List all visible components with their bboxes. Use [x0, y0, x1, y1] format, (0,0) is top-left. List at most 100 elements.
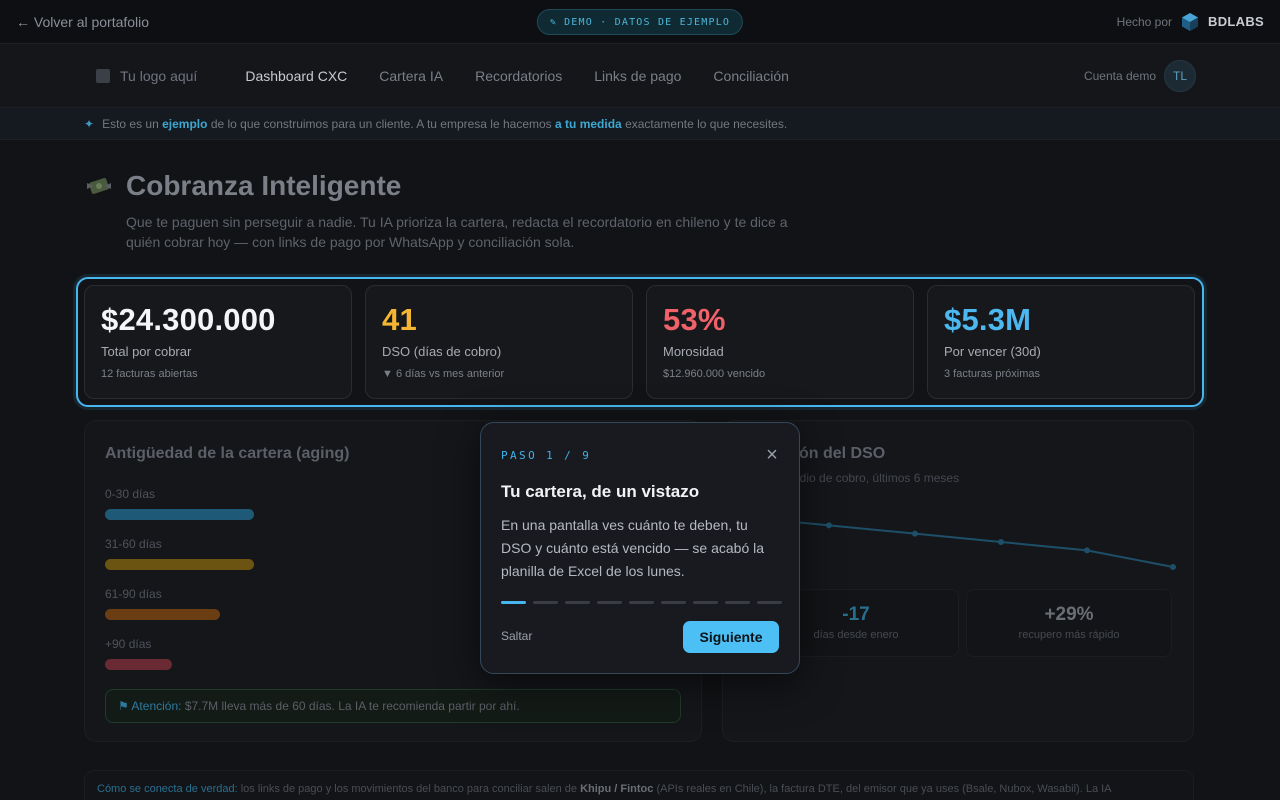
kpi-label: Por vencer (30d) [944, 344, 1041, 359]
kpi-row: $24.300.000 Total por cobrar 12 facturas… [84, 285, 1195, 399]
avatar[interactable]: TL [1164, 60, 1196, 92]
top-bar: ← Volver al portafolio ✎ DEMO · DATOS DE… [0, 0, 1280, 44]
alert-highlight: ⚑ Atención: [118, 699, 182, 713]
tour-progress [501, 601, 782, 604]
bdlabs-logo-icon [1182, 12, 1199, 31]
tour-progress-dot [757, 601, 782, 604]
aging-bucket-label: +90 días [105, 637, 152, 651]
alert-text: $7.7M lleva más de 60 días. La IA te rec… [184, 699, 520, 713]
aging-bar [105, 609, 220, 620]
aging-bucket: 0-30 días [105, 487, 254, 520]
banner-highlight-2: a tu medida [555, 116, 622, 131]
kpi-value: 53% [663, 302, 726, 337]
dso-point [1084, 547, 1090, 554]
banner-text: Esto es un ejemplo de lo que construimos… [102, 117, 787, 131]
kpi-foot: 12 facturas abiertas [101, 368, 198, 380]
kpi-card-morosidad: 53% Morosidad $12.960.000 vencido [646, 285, 914, 399]
note-bold: Khipu / Fintoc [580, 783, 654, 795]
next-button[interactable]: Siguiente [683, 621, 779, 653]
kpi-foot: ▼ 6 días vs mes anterior [382, 368, 505, 380]
account-menu[interactable]: Cuenta demo TL [1084, 60, 1196, 92]
demo-badge: ✎ DEMO · DATOS DE EJEMPLO [536, 9, 744, 35]
kpi-label: Total por cobrar [101, 344, 192, 359]
tab-cartera-ia[interactable]: Cartera IA [365, 68, 457, 84]
dso-point [826, 522, 832, 529]
tour-step-indicator: PASO 1 / 9 [501, 449, 592, 462]
stat-value: +29% [1044, 604, 1094, 625]
dso-stat-box: +29% recupero más rápido [966, 589, 1172, 657]
kpi-card-total: $24.300.000 Total por cobrar 12 facturas… [84, 285, 352, 399]
onboarding-tour-popover: PASO 1 / 9 × Tu cartera, de un vistazo E… [480, 422, 800, 674]
money-wings-icon [87, 178, 111, 194]
banner-text-1: Esto es un [102, 116, 159, 131]
aging-bar [105, 659, 172, 670]
tour-title: Tu cartera, de un vistazo [501, 482, 700, 501]
nav-tabs: Dashboard CXC Cartera IA Recordatorios L… [231, 68, 803, 84]
aging-bucket: 61-90 días [105, 587, 220, 620]
tab-recordatorios[interactable]: Recordatorios [461, 68, 576, 84]
kpi-label: DSO (días de cobro) [382, 344, 502, 359]
tour-progress-dot [725, 601, 750, 604]
aging-bucket: +90 días [105, 637, 172, 670]
dso-subtitle: edio de cobro, últimos 6 meses [793, 471, 960, 485]
banner-text-2: de lo que construimos para un cliente. A… [210, 116, 552, 131]
made-by[interactable]: Hecho por BDLABS [1117, 12, 1264, 32]
tour-progress-dot [661, 601, 686, 604]
tour-progress-dot [693, 601, 718, 604]
dso-point [912, 530, 918, 537]
tour-progress-dot [629, 601, 654, 604]
page-subtitle: Que te paguen sin perseguir a nadie. Tu … [126, 214, 788, 250]
logo-placeholder[interactable]: Tu logo aquí [96, 68, 197, 84]
made-by-label: Hecho por [1116, 14, 1173, 29]
aging-bucket-label: 31-60 días [105, 537, 162, 551]
dso-title: ón del DSO [799, 445, 886, 462]
integration-note: Cómo se conecta de verdad: los links de … [84, 770, 1194, 800]
kpi-value: $5.3M [944, 302, 1032, 337]
dso-point [1170, 564, 1176, 570]
tab-links-de-pago[interactable]: Links de pago [580, 68, 695, 84]
aging-bar [105, 509, 254, 520]
logo-placeholder-icon [96, 69, 110, 83]
note-text-2: (APIs reales en Chile), la factura DTE, … [656, 783, 1112, 795]
tab-conciliacion[interactable]: Conciliación [699, 68, 802, 84]
dso-point [998, 539, 1004, 545]
banner-highlight-1: ejemplo [162, 116, 208, 131]
aging-title: Antigüedad de la cartera (aging) [105, 445, 350, 462]
aging-bucket: 31-60 días [105, 537, 254, 570]
page-title: Cobranza Inteligente [126, 170, 402, 201]
banner-text-3: exactamente lo que necesites. [625, 116, 788, 131]
kpi-foot: $12.960.000 vencido [663, 368, 766, 380]
tour-progress-dot [533, 601, 558, 604]
demo-badge-label: DEMO · DATOS DE EJEMPLO [564, 16, 731, 28]
back-link-label: ← Volver al portafolio [16, 13, 150, 30]
aging-bucket-label: 0-30 días [105, 487, 156, 501]
kpi-foot: 3 facturas próximas [944, 368, 1040, 380]
example-banner: ✦ Esto es un ejemplo de lo que construim… [0, 108, 1280, 140]
kpi-value: $24.300.000 [101, 302, 276, 337]
tab-dashboard-cxc[interactable]: Dashboard CXC [231, 68, 361, 84]
tour-body: En una pantalla ves cuánto te deben, tu … [501, 517, 765, 579]
tour-progress-dot [597, 601, 622, 604]
aging-bucket-label: 61-90 días [105, 587, 162, 601]
note-text-1: los links de pago y los movimientos del … [240, 783, 577, 795]
note-highlight: Cómo se conecta de verdad: [97, 783, 238, 795]
skip-button[interactable]: Saltar [501, 629, 532, 643]
account-label: Cuenta demo [1083, 69, 1156, 83]
stat-label: recupero más rápido [1018, 629, 1120, 641]
tour-progress-dot [565, 601, 590, 604]
close-icon[interactable]: × [763, 445, 781, 465]
brand-name: BDLABS [1208, 14, 1264, 29]
pencil-icon: ✎ [549, 16, 558, 28]
kpi-card-dso: 41 DSO (días de cobro) ▼ 6 días vs mes a… [365, 285, 633, 399]
back-to-portfolio-link[interactable]: ← Volver al portafolio [16, 14, 149, 30]
kpi-label: Morosidad [663, 344, 724, 359]
sparkle-icon: ✦ [84, 116, 95, 131]
main-nav: Tu logo aquí Dashboard CXC Cartera IA Re… [0, 44, 1280, 108]
kpi-card-por-vencer: $5.3M Por vencer (30d) 3 facturas próxim… [927, 285, 1195, 399]
aging-bar [105, 559, 254, 570]
tour-progress-dot [501, 601, 526, 604]
dso-trend-line [742, 516, 1174, 568]
hero: Cobranza Inteligente Que te paguen sin p… [84, 170, 844, 252]
logo-placeholder-label: Tu logo aquí [120, 68, 198, 84]
kpi-value: 41 [382, 302, 417, 337]
